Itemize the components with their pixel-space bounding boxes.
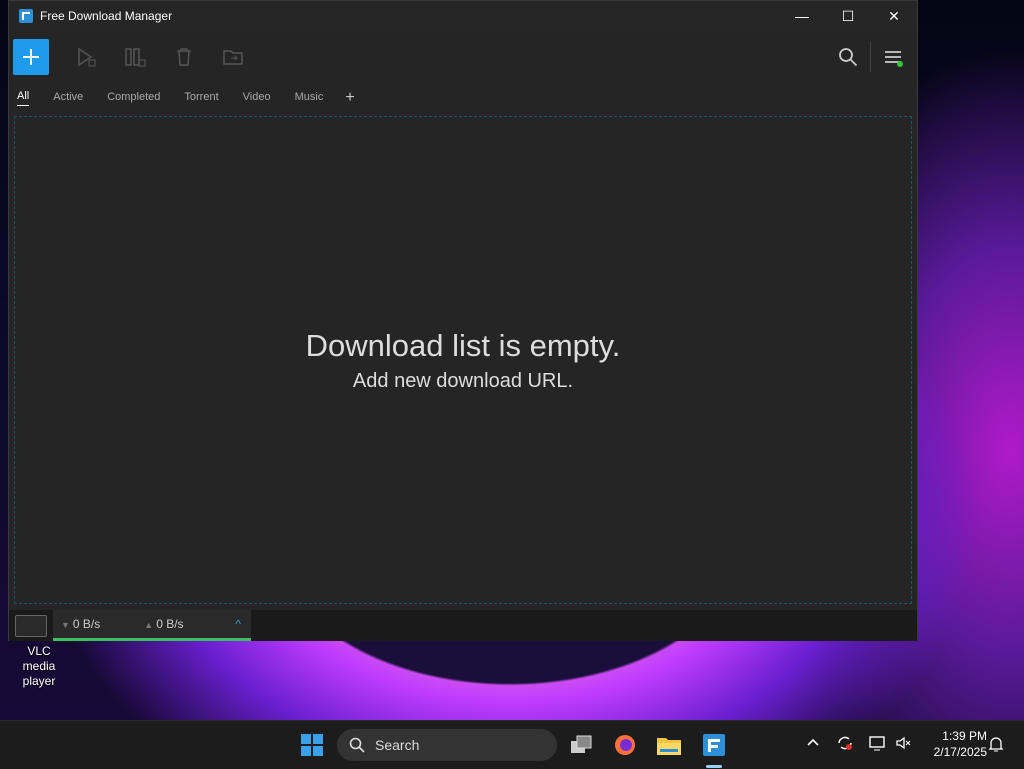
status-bar: ▼ 0 B/s ▲ 0 B/s ^ xyxy=(9,610,917,641)
window-title: Free Download Manager xyxy=(40,9,173,23)
upload-speed: 0 B/s xyxy=(156,617,184,631)
network-icon[interactable] xyxy=(868,734,886,755)
toolbar-separator xyxy=(870,42,871,72)
taskbar-search[interactable]: Search xyxy=(337,729,557,761)
firefox-icon[interactable] xyxy=(609,729,641,761)
filter-tabs: All Active Completed Torrent Video Music… xyxy=(9,83,917,113)
tab-torrent[interactable]: Torrent xyxy=(184,91,218,106)
search-placeholder: Search xyxy=(375,737,420,753)
title-bar[interactable]: Free Download Manager — ☐ ✕ xyxy=(9,1,917,31)
fdm-app-icon xyxy=(19,9,33,23)
empty-list-subtitle: Add new download URL. xyxy=(352,369,574,392)
move-folder-icon[interactable] xyxy=(221,45,245,69)
tab-video[interactable]: Video xyxy=(243,91,271,106)
open-folder-button[interactable] xyxy=(9,610,53,641)
windows-start-icon[interactable] xyxy=(296,729,328,761)
download-arrow-icon: ▼ xyxy=(61,620,70,630)
clock-time: 1:39 PM xyxy=(942,729,987,743)
fdm-taskbar-icon[interactable] xyxy=(698,729,730,761)
folder-icon xyxy=(15,614,47,637)
play-icon[interactable] xyxy=(74,45,98,69)
volume-muted-icon[interactable] xyxy=(894,734,912,755)
close-button[interactable]: ✕ xyxy=(871,1,917,31)
system-clock[interactable]: 1:39 PM 2/17/2025 xyxy=(917,728,987,760)
download-list[interactable]: Download list is empty. Add new download… xyxy=(14,116,912,604)
search-icon[interactable] xyxy=(830,39,866,75)
tab-music[interactable]: Music xyxy=(295,91,324,106)
plus-icon xyxy=(23,49,39,65)
menu-icon[interactable] xyxy=(875,39,911,75)
minimize-button[interactable]: — xyxy=(779,1,825,31)
search-icon xyxy=(349,737,365,753)
vlc-label: VLC media player xyxy=(22,644,56,688)
show-hidden-icons-chevron-icon[interactable] xyxy=(806,735,820,752)
maximize-button[interactable]: ☐ xyxy=(825,1,871,31)
upload-arrow-icon: ▲ xyxy=(144,620,154,630)
tab-active[interactable]: Active xyxy=(53,91,83,106)
tab-all[interactable]: All xyxy=(17,90,30,106)
empty-list-title: Download list is empty. xyxy=(305,327,621,363)
download-speed: 0 B/s xyxy=(72,617,101,631)
taskbar: Search 1:39 PM 2/17/2025 xyxy=(0,720,1024,769)
tab-completed[interactable]: Completed xyxy=(107,91,160,106)
add-tab-button[interactable]: + xyxy=(345,89,354,107)
add-download-button[interactable] xyxy=(13,39,49,75)
speed-panel[interactable]: ▼ 0 B/s ▲ 0 B/s ^ xyxy=(53,610,251,641)
toolbar xyxy=(9,31,917,83)
delete-icon[interactable] xyxy=(172,45,196,69)
task-view-icon[interactable] xyxy=(565,729,597,761)
clock-date: 2/17/2025 xyxy=(933,745,987,759)
sync-icon[interactable] xyxy=(836,734,854,755)
status-dot xyxy=(897,61,903,67)
notification-bell-icon[interactable] xyxy=(988,735,1004,756)
fdm-window: Free Download Manager — ☐ ✕ All Active C… xyxy=(8,0,918,641)
expand-chevron-icon[interactable]: ^ xyxy=(235,617,241,631)
pause-icon[interactable] xyxy=(123,45,147,69)
file-explorer-icon[interactable] xyxy=(653,729,685,761)
